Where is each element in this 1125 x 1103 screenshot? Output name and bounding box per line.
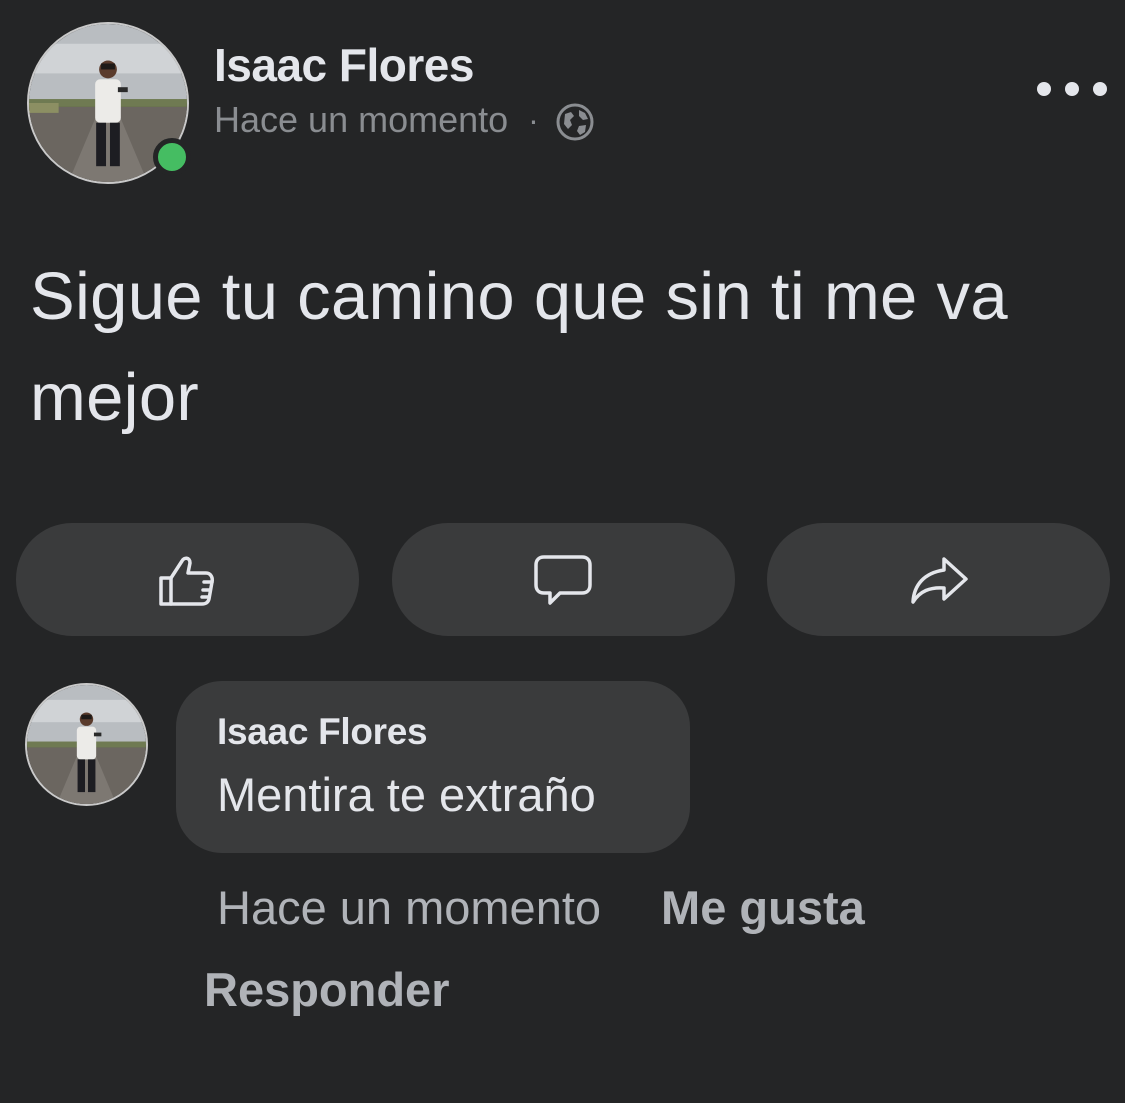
post-timestamp[interactable]: Hace un momento (214, 99, 508, 141)
meta-separator: · (528, 101, 539, 138)
comment-bubble[interactable]: Isaac Flores Mentira te extraño (176, 681, 690, 853)
post-author-name[interactable]: Isaac Flores (214, 38, 474, 92)
comment-timestamp[interactable]: Hace un momento (217, 880, 601, 935)
thumbs-up-icon (158, 556, 214, 606)
commenter-avatar[interactable] (25, 683, 148, 806)
online-status-indicator (153, 138, 191, 176)
more-dot (1093, 82, 1107, 96)
share-button[interactable] (767, 523, 1110, 636)
more-dot (1037, 82, 1051, 96)
comment-actions: Hace un momento Me gusta (217, 880, 865, 935)
more-dot (1065, 82, 1079, 96)
post-meta: Hace un momento · (214, 98, 595, 142)
comment-like-button[interactable]: Me gusta (661, 880, 865, 935)
post-action-bar (16, 523, 1110, 636)
comment-reply-button[interactable]: Responder (204, 962, 450, 1017)
post-header: Isaac Flores Hace un momento · (27, 22, 1107, 192)
comment-button[interactable] (391, 523, 735, 636)
comment-text: Mentira te extraño (217, 768, 596, 821)
like-button[interactable] (16, 523, 359, 636)
comment-author-name[interactable]: Isaac Flores (217, 711, 428, 753)
post-text: Sigue tu camino que sin ti me va mejor (30, 259, 1008, 435)
avatar-photo (27, 685, 146, 804)
globe-icon[interactable] (555, 102, 595, 142)
share-icon (910, 556, 968, 604)
comment-icon (534, 554, 592, 605)
more-options-button[interactable] (1037, 74, 1107, 104)
